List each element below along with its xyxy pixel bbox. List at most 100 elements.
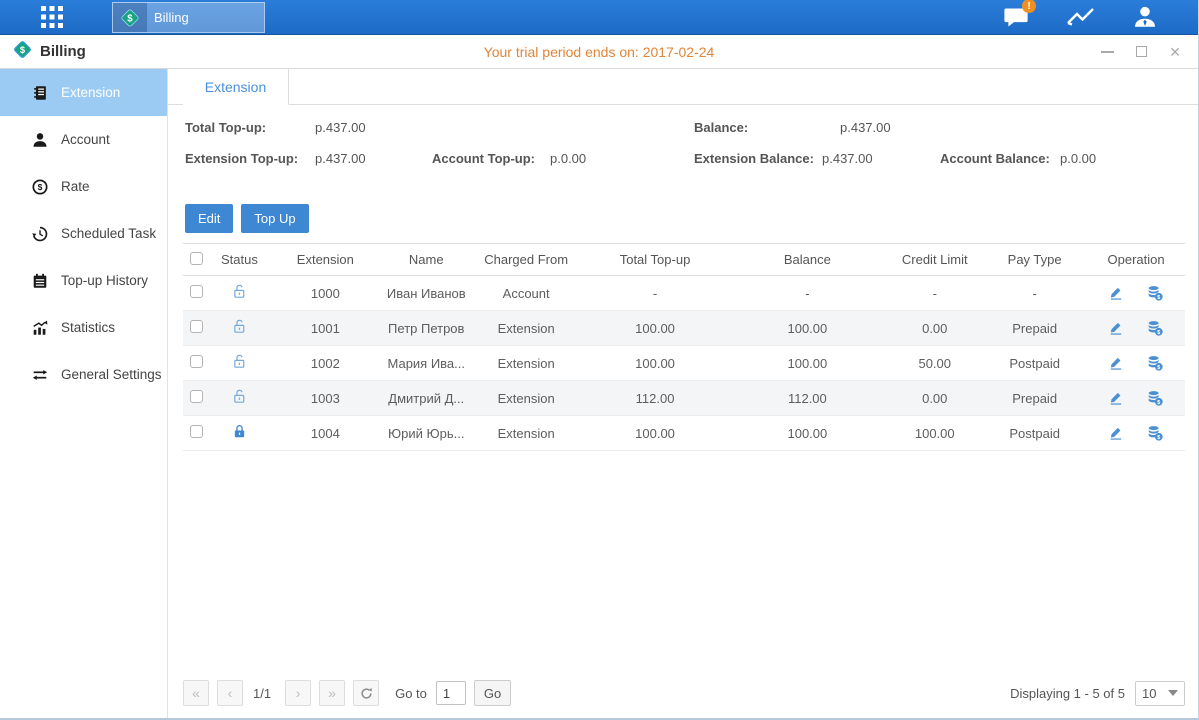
row-checkbox[interactable] [190, 390, 203, 403]
edit-button[interactable]: Edit [185, 204, 233, 233]
taskbar-tab-label: Billing [154, 10, 189, 25]
col-status: Status [211, 252, 268, 267]
cell-extension: 1000 [268, 286, 383, 301]
sidebar-item-extension[interactable]: Extension [0, 69, 167, 116]
tab-extension[interactable]: Extension [183, 69, 289, 105]
billing-diamond-icon: $ [12, 39, 33, 65]
summary-extension-balance: Extension Balance: p.437.00 [694, 151, 873, 166]
window-titlebar: $ Billing Your trial period ends on: 201… [0, 35, 1198, 69]
next-page-button[interactable]: › [285, 680, 311, 706]
go-button[interactable]: Go [474, 680, 511, 706]
sidebar-item-general-settings[interactable]: General Settings [0, 351, 167, 398]
sidebar-item-topup-history[interactable]: Top-up History [0, 257, 167, 304]
cell-credit-limit: 100.00 [887, 426, 982, 441]
summary-account-topup: Account Top-up: p.0.00 [432, 151, 586, 166]
col-pay-type: Pay Type [982, 252, 1087, 267]
page-indicator: 1/1 [253, 686, 271, 701]
svg-text:$: $ [20, 44, 26, 54]
col-name: Name [383, 252, 470, 267]
sidebar-item-scheduled-task[interactable]: Scheduled Task [0, 210, 167, 257]
cell-name: Юрий Юрь... [383, 426, 470, 441]
sidebar-item-statistics[interactable]: Statistics [0, 304, 167, 351]
cell-credit-limit: 0.00 [887, 391, 982, 406]
row-checkbox[interactable] [190, 320, 203, 333]
cell-name: Дмитрий Д... [383, 391, 470, 406]
row-checkbox[interactable] [190, 285, 203, 298]
cell-total-topup: 100.00 [583, 356, 728, 371]
minimize-button[interactable] [1098, 43, 1116, 61]
refresh-icon [359, 686, 374, 701]
lock-open-icon [211, 388, 268, 408]
cell-charged-from: Extension [470, 356, 583, 371]
cell-total-topup: 112.00 [583, 391, 728, 406]
edit-pencil-icon[interactable] [1108, 320, 1124, 336]
maximize-button[interactable] [1132, 43, 1150, 61]
cell-charged-from: Extension [470, 321, 583, 336]
balance-summary: Total Top-up: p.437.00 Balance: p.437.00… [168, 105, 1198, 193]
action-buttons: Edit Top Up [168, 193, 1198, 243]
summary-label: Account Balance: [940, 151, 1060, 166]
table-row: 1004 Юрий Юрь... Extension 100.00 100.00… [183, 416, 1185, 451]
summary-value: p.437.00 [315, 151, 366, 166]
user-account-icon[interactable] [1128, 3, 1162, 31]
row-checkbox[interactable] [190, 355, 203, 368]
window-controls: × [1098, 43, 1184, 61]
app-grid-icon[interactable] [33, 3, 71, 31]
svg-text:$: $ [38, 182, 43, 192]
edit-pencil-icon[interactable] [1108, 425, 1124, 441]
notepad-icon [30, 272, 50, 290]
sidebar-label: Top-up History [61, 273, 148, 288]
sidebar: Extension Account $ Rate [0, 69, 168, 718]
prev-page-button[interactable]: ‹ [217, 680, 243, 706]
cell-charged-from: Extension [470, 391, 583, 406]
cell-balance: 100.00 [727, 321, 887, 336]
topup-coins-icon[interactable]: $ [1146, 284, 1164, 302]
summary-label: Balance: [694, 120, 840, 135]
cell-total-topup: 100.00 [583, 426, 728, 441]
close-button[interactable]: × [1166, 43, 1184, 61]
svg-text:$: $ [127, 13, 133, 24]
topup-coins-icon[interactable]: $ [1146, 389, 1164, 407]
goto-page-input[interactable] [436, 681, 466, 705]
top-up-button[interactable]: Top Up [241, 204, 308, 233]
page-size-select[interactable]: 10 [1135, 681, 1185, 706]
col-total-topup: Total Top-up [583, 252, 728, 267]
sidebar-item-account[interactable]: Account [0, 116, 167, 163]
first-page-button[interactable]: « [183, 680, 209, 706]
edit-pencil-icon[interactable] [1108, 390, 1124, 406]
cell-credit-limit: 50.00 [887, 356, 982, 371]
table-header-row: Status Extension Name Charged From Total… [183, 243, 1185, 276]
topup-coins-icon[interactable]: $ [1146, 354, 1164, 372]
person-icon [30, 131, 50, 149]
summary-value: p.437.00 [315, 120, 366, 135]
cell-pay-type: Prepaid [982, 391, 1087, 406]
taskbar-tab-billing[interactable]: $ Billing [112, 2, 265, 33]
col-charged-from: Charged From [470, 252, 583, 267]
topup-coins-icon[interactable]: $ [1146, 319, 1164, 337]
cell-charged-from: Account [470, 286, 583, 301]
cell-charged-from: Extension [470, 426, 583, 441]
edit-pencil-icon[interactable] [1108, 355, 1124, 371]
trend-chart-icon[interactable] [1064, 3, 1098, 31]
svg-text:$: $ [1157, 400, 1160, 406]
stats-chart-icon [30, 319, 50, 337]
summary-label: Total Top-up: [185, 120, 315, 135]
table-row: 1002 Мария Ива... Extension 100.00 100.0… [183, 346, 1185, 381]
row-checkbox[interactable] [190, 425, 203, 438]
messages-icon[interactable]: ! [1000, 3, 1034, 31]
cell-pay-type: Postpaid [982, 426, 1087, 441]
empty-area [168, 451, 1198, 676]
topup-coins-icon[interactable]: $ [1146, 424, 1164, 442]
chevron-down-icon [1168, 690, 1178, 696]
sidebar-label: Extension [61, 85, 120, 100]
refresh-button[interactable] [353, 680, 379, 706]
edit-pencil-icon[interactable] [1108, 285, 1124, 301]
summary-label: Extension Top-up: [185, 151, 315, 166]
select-all-checkbox[interactable] [190, 252, 203, 265]
table-row: 1001 Петр Петров Extension 100.00 100.00… [183, 311, 1185, 346]
cell-balance: 112.00 [727, 391, 887, 406]
sidebar-item-rate[interactable]: $ Rate [0, 163, 167, 210]
cell-pay-type: - [982, 286, 1087, 301]
history-clock-icon [30, 225, 50, 243]
last-page-button[interactable]: » [319, 680, 345, 706]
